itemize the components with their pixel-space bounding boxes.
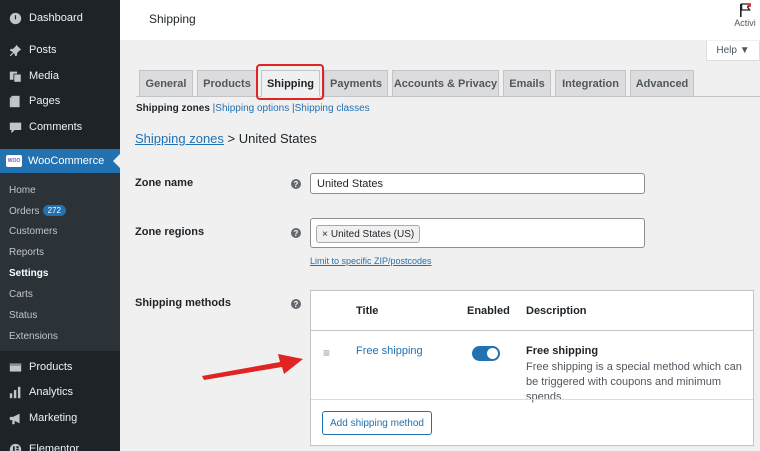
sidebar-item-posts[interactable]: Posts [0,38,120,62]
sidebar-item-label: Dashboard [29,12,83,24]
sidebar-item-products[interactable]: Products [0,355,120,379]
tab-emails[interactable]: Emails [503,70,551,97]
sidebar-item-analytics[interactable]: Analytics [0,380,120,404]
column-header-enabled: Enabled [467,305,510,317]
flag-icon [740,3,751,17]
zone-regions-label: Zone regions [135,226,205,238]
tab-accounts-privacy[interactable]: Accounts & Privacy [392,70,499,97]
breadcrumb-separator: > [227,131,236,146]
shipping-tab-highlight [256,64,324,100]
woo-icon: WOO [6,155,22,167]
submenu-item-orders[interactable]: Orders 272 [9,205,66,217]
breadcrumb: Shipping zones > United States [135,131,317,146]
breadcrumb-current: United States [238,131,317,146]
elementor-icon [8,442,22,451]
submenu-item-home[interactable]: Home [9,185,36,196]
shipping-methods-label: Shipping methods [135,297,231,309]
analytics-icon [8,385,22,399]
chip-label: United States (US) [330,228,415,240]
products-icon [8,360,22,374]
sidebar-item-label: Pages [29,95,61,107]
sidebar-item-label: Marketing [29,412,78,424]
shipping-methods-table: Title Enabled Description ≡ Free shippin… [310,290,754,446]
woocommerce-submenu: Home Orders 272 Customers Reports Setting… [0,173,120,351]
help-tip-icon[interactable]: ? [291,228,301,238]
column-header-title: Title [356,305,379,317]
chip-remove-icon[interactable]: × [322,229,328,240]
sidebar-item-label: Media [29,70,59,82]
sidebar-item-woocommerce[interactable]: WOO WooCommerce [0,149,120,173]
dashboard-icon [8,11,22,25]
sidebar-item-elementor[interactable]: Elementor [0,437,120,451]
drag-handle-icon[interactable]: ≡ [323,346,330,360]
zone-regions-select[interactable]: × United States (US) [310,218,645,248]
megaphone-icon [8,411,22,425]
submenu-item-customers[interactable]: Customers [9,226,57,237]
zone-name-input[interactable]: United States [310,173,645,194]
pages-icon [8,94,22,108]
sidebar-item-comments[interactable]: Comments [0,115,120,139]
subnav-shipping-options[interactable]: Shipping options [215,103,289,114]
subnav-shipping-classes[interactable]: Shipping classes [295,103,370,114]
limit-postcodes-link[interactable]: Limit to specific ZIP/postcodes [310,256,432,266]
admin-sidebar: Dashboard Posts Media Pages Comments WOO… [0,0,120,451]
tab-advanced[interactable]: Advanced [630,70,694,97]
help-tab-button[interactable]: Help ▼ [706,41,760,61]
method-description-title: Free shipping [526,345,599,357]
sidebar-item-dashboard[interactable]: Dashboard [0,6,120,30]
sidebar-item-label: WooCommerce [28,155,105,167]
sidebar-item-media[interactable]: Media [0,64,120,88]
annotation-arrow-icon [202,354,303,380]
method-enabled-toggle[interactable] [472,346,500,361]
tab-products[interactable]: Products [197,70,257,97]
pin-icon [8,43,22,57]
region-chip: × United States (US) [316,225,421,243]
tab-payments[interactable]: Payments [324,70,388,97]
submenu-item-reports[interactable]: Reports [9,247,44,258]
tab-general[interactable]: General [139,70,193,97]
sidebar-item-label: Posts [29,44,57,56]
zone-name-label: Zone name [135,177,194,189]
sidebar-item-label: Comments [29,121,83,133]
sidebar-item-pages[interactable]: Pages [0,89,120,113]
subnav-shipping-zones[interactable]: Shipping zones [136,103,210,114]
page-title: Shipping [149,12,196,26]
sidebar-item-label: Analytics [29,386,74,398]
add-shipping-method-button[interactable]: Add shipping method [322,411,432,435]
tab-integration[interactable]: Integration [555,70,626,97]
current-menu-pointer [113,154,120,168]
orders-count-badge: 272 [42,205,66,216]
sidebar-item-marketing[interactable]: Marketing [0,406,120,430]
sidebar-item-label: Products [29,361,73,373]
media-icon [8,69,22,83]
comment-icon [8,120,22,134]
method-title-link[interactable]: Free shipping [356,345,423,357]
submenu-item-settings[interactable]: Settings [9,268,48,279]
sidebar-item-label: Elementor [29,443,80,451]
breadcrumb-shipping-zones-link[interactable]: Shipping zones [135,131,224,146]
submenu-item-status[interactable]: Status [9,310,37,321]
help-label: Help ▼ [716,45,750,56]
column-header-description: Description [526,305,587,317]
activity-button[interactable]: Activi [730,3,760,28]
row-divider [311,399,753,400]
help-tip-icon[interactable]: ? [291,179,301,189]
activity-label: Activi [734,18,756,28]
shipping-subnav: Shipping zones |Shipping options |Shippi… [136,103,370,114]
help-tip-icon[interactable]: ? [291,299,301,309]
submenu-item-carts[interactable]: Carts [9,289,33,300]
page-header: Shipping Activi [120,0,760,40]
submenu-item-extensions[interactable]: Extensions [9,331,58,342]
table-header: Title Enabled Description [311,291,753,331]
